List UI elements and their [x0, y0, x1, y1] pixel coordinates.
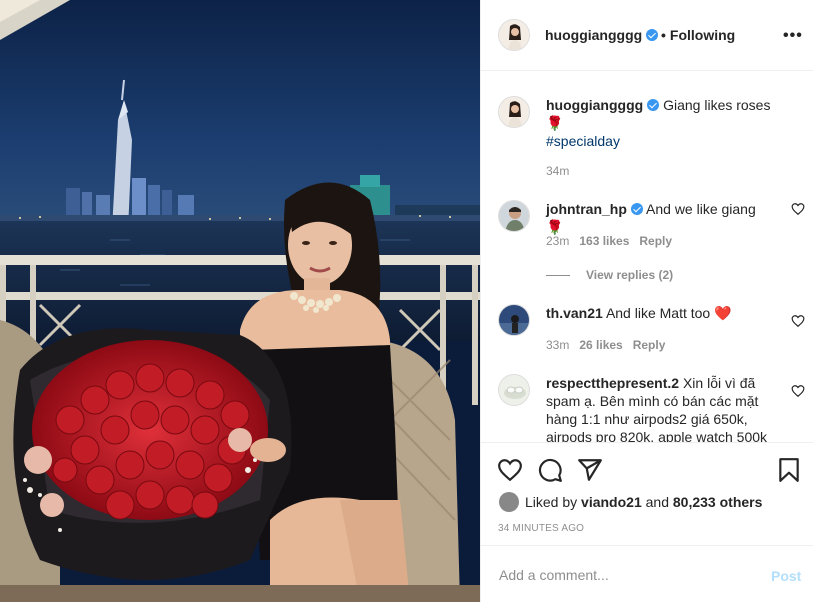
- caption-username[interactable]: huoggiangggg: [546, 97, 643, 113]
- commenter-avatar[interactable]: [498, 304, 530, 336]
- view-replies-button[interactable]: View replies (2): [546, 268, 673, 282]
- comment-like-heart-icon[interactable]: [791, 384, 805, 398]
- reply-button[interactable]: Reply: [639, 234, 672, 248]
- post-header: huoggiangggg • Following •••: [481, 0, 813, 71]
- following-label[interactable]: Following: [670, 27, 735, 43]
- caption-hashtag-line: #specialday: [546, 132, 776, 150]
- likes-and: and: [645, 494, 669, 510]
- likes-others-button[interactable]: 80,233 others: [673, 494, 763, 510]
- author-username[interactable]: huoggiangggg: [545, 27, 659, 43]
- view-replies-divider: [546, 275, 570, 277]
- caption-time[interactable]: 34m: [546, 164, 569, 178]
- post-timestamp[interactable]: 34 MINUTES AGO: [498, 523, 584, 534]
- comment-body: johntran_hp And we like giang 🌹: [546, 200, 776, 236]
- author-avatar[interactable]: [498, 19, 530, 51]
- more-options-icon[interactable]: •••: [783, 27, 803, 45]
- liker-avatar[interactable]: [499, 492, 519, 512]
- photo-illustration: [0, 0, 480, 602]
- share-icon[interactable]: [577, 457, 603, 483]
- following-button[interactable]: • Following: [661, 27, 735, 43]
- comment-text: And like Matt too ❤️: [605, 305, 732, 321]
- comments-list[interactable]: huoggiangggg Giang likes roses 🌹 #specia…: [481, 72, 813, 442]
- comment-like-heart-icon[interactable]: [791, 202, 805, 216]
- like-heart-icon[interactable]: [497, 457, 523, 483]
- commenter-avatar[interactable]: [498, 200, 530, 232]
- post-photo[interactable]: [0, 0, 480, 602]
- comment-body: th.van21 And like Matt too ❤️: [546, 304, 776, 322]
- comment-username[interactable]: th.van21: [546, 305, 603, 321]
- author-username-text[interactable]: huoggiangggg: [545, 27, 642, 43]
- comment-time[interactable]: 33m: [546, 338, 569, 352]
- likes-prefix: Liked by: [525, 494, 578, 510]
- bookmark-icon[interactable]: [776, 457, 802, 483]
- view-replies-label[interactable]: View replies (2): [586, 268, 673, 282]
- verified-icon: [647, 99, 660, 111]
- caption-avatar-image: [499, 97, 529, 127]
- comment-username[interactable]: respectthepresent.2: [546, 375, 679, 391]
- commenter-avatar-image: [499, 375, 529, 405]
- caption-body: huoggiangggg Giang likes roses 🌹: [546, 96, 776, 132]
- post-sidebar: huoggiangggg • Following ••• huoggianggg…: [480, 0, 813, 602]
- comment-meta: 23m 163 likes Reply: [546, 234, 672, 248]
- verified-icon: [646, 29, 659, 41]
- comment-icon[interactable]: [537, 457, 563, 483]
- commenter-avatar[interactable]: [498, 374, 530, 406]
- comment-likes[interactable]: 26 likes: [579, 338, 622, 352]
- comment-body: respectthepresent.2 Xin lỗi vì đã spam ạ…: [546, 374, 776, 442]
- likes-summary: Liked by viando21 and 80,233 others: [499, 492, 762, 512]
- post-actions: Liked by viando21 and 80,233 others 34 M…: [481, 442, 813, 602]
- comment-like-heart-icon[interactable]: [791, 314, 805, 328]
- add-comment-section: Post: [481, 545, 813, 603]
- post-comment-button[interactable]: Post: [771, 568, 801, 584]
- author-avatar-image: [499, 20, 529, 50]
- verified-icon: [630, 203, 643, 215]
- reply-button[interactable]: Reply: [633, 338, 666, 352]
- comment-username[interactable]: johntran_hp: [546, 201, 627, 217]
- add-comment-input[interactable]: [497, 566, 741, 584]
- comment-likes[interactable]: 163 likes: [579, 234, 629, 248]
- caption-hashtag[interactable]: #specialday: [546, 133, 620, 149]
- comment-meta: 33m 26 likes Reply: [546, 338, 665, 352]
- comment-time[interactable]: 23m: [546, 234, 569, 248]
- commenter-avatar-image: [499, 201, 529, 231]
- instagram-post: huoggiangggg • Following ••• huoggianggg…: [0, 0, 813, 602]
- caption-avatar[interactable]: [498, 96, 530, 128]
- separator-dot: •: [661, 27, 666, 43]
- liker-username[interactable]: viando21: [581, 494, 642, 510]
- commenter-avatar-image: [499, 305, 529, 335]
